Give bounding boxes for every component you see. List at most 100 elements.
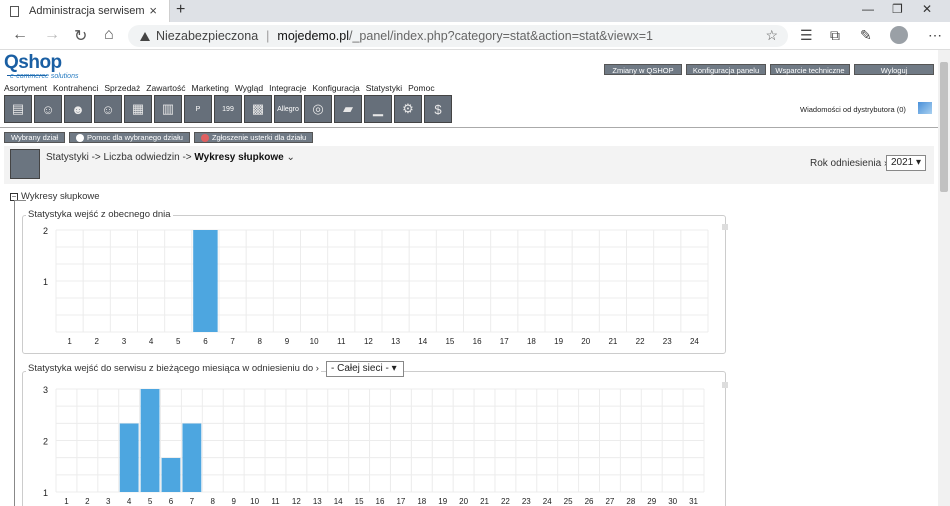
scrollbar-thumb[interactable]	[940, 62, 948, 192]
bug-icon	[200, 133, 209, 142]
disc-icon[interactable]: ◎	[304, 95, 332, 123]
tab-selected-section[interactable]: Wybrany dział	[4, 132, 66, 143]
tech-support-button[interactable]: Wsparcie techniczne	[770, 64, 850, 75]
browser-tab[interactable]: Administracja serwisem ×	[0, 0, 170, 22]
x-tick-label: 15	[355, 497, 364, 506]
menu-item-statistics[interactable]: Statystyki	[366, 83, 402, 93]
user-business-icon[interactable]: ☻	[64, 95, 92, 123]
statistics-icon[interactable]: ▁	[364, 95, 392, 123]
x-tick-label: 17	[500, 337, 509, 346]
changes-button[interactable]: Zmiany w QSHOP	[604, 64, 682, 75]
grid-icon[interactable]: ▦	[124, 95, 152, 123]
breadcrumb-path[interactable]: Statystyki -> Liczba odwiedzin ->	[46, 152, 192, 163]
x-tick-label: 14	[334, 497, 343, 506]
menu-item-integrations[interactable]: Integracje	[269, 83, 306, 93]
x-tick-label: 5	[176, 337, 181, 346]
profile-avatar[interactable]	[890, 26, 908, 44]
collections-icon[interactable]: ⧉	[830, 27, 840, 44]
x-tick-label: 14	[418, 337, 427, 346]
favorites-icon[interactable]: ✎	[860, 27, 872, 44]
browser-tabstrip: Administracja serwisem × + — ❐ ✕	[0, 0, 950, 22]
qshop-logo[interactable]: Qshop e-commerce solutions	[4, 52, 78, 80]
x-tick-label: 10	[310, 337, 319, 346]
x-tick-label: 12	[364, 337, 373, 346]
reading-list-icon[interactable]: ☰	[800, 27, 813, 44]
menu-item-assortment[interactable]: Asortyment	[4, 83, 47, 93]
gear-icon[interactable]: ⚙	[394, 95, 422, 123]
x-tick-label: 10	[250, 497, 259, 506]
bar	[119, 423, 139, 492]
price-tag-icon[interactable]: 199	[214, 95, 242, 123]
parking-doc-icon[interactable]: P	[184, 95, 212, 123]
close-window-icon[interactable]: ✕	[922, 2, 932, 16]
x-tick-label: 9	[231, 497, 236, 506]
x-tick-label: 19	[438, 497, 447, 506]
x-tick-label: 20	[581, 337, 590, 346]
distributor-icon[interactable]	[918, 102, 932, 114]
year-select[interactable]: 2021 ▾	[886, 155, 926, 171]
bar	[161, 458, 181, 492]
x-tick-label: 26	[585, 497, 594, 506]
forward-icon[interactable]: →	[44, 26, 60, 44]
menu-item-content[interactable]: Zawartość	[146, 83, 185, 93]
logout-button[interactable]: Wyloguj	[854, 64, 934, 75]
flag-icon[interactable]: ▩	[244, 95, 272, 123]
user-icon[interactable]: ☺	[34, 95, 62, 123]
menu-item-marketing[interactable]: Marketing	[192, 83, 229, 93]
url-host: mojedemo.pl	[277, 29, 349, 43]
x-tick-label: 22	[501, 497, 510, 506]
top-buttons: Zmiany w QSHOP Konfiguracja panelu Wspar…	[604, 64, 934, 75]
x-tick-label: 3	[106, 497, 111, 506]
menu-item-sales[interactable]: Sprzedaż	[104, 83, 140, 93]
dollar-icon[interactable]: $	[424, 95, 452, 123]
breadcrumb-current[interactable]: Wykresy słupkowe	[194, 152, 283, 163]
x-tick-label: 6	[169, 497, 174, 506]
chevron-down-icon[interactable]: ⌄	[287, 152, 295, 163]
y-tick-label: 3	[43, 385, 48, 395]
menu-item-configuration[interactable]: Konfiguracja	[312, 83, 359, 93]
new-tab-button[interactable]: +	[176, 1, 185, 19]
tab-section-help[interactable]: Pomoc dla wybranego działu	[69, 132, 190, 143]
x-tick-label: 13	[313, 497, 322, 506]
address-bar: ← → ↻ ⌂ Niezabezpieczona | mojedemo.pl /…	[0, 22, 950, 50]
reload-icon[interactable]: ↻	[74, 26, 87, 46]
x-tick-label: 1	[64, 497, 69, 506]
bar	[182, 423, 202, 492]
folder-icon[interactable]: ▰	[334, 95, 362, 123]
close-tab-icon[interactable]: ×	[149, 3, 157, 18]
scope-select[interactable]: - Całej sieci - ▾	[326, 361, 404, 377]
x-tick-label: 4	[149, 337, 154, 346]
url-input[interactable]: Niezabezpieczona | mojedemo.pl /_panel/i…	[128, 25, 788, 47]
menu-item-appearance[interactable]: Wygląd	[235, 83, 263, 93]
maximize-icon[interactable]: ❐	[892, 2, 903, 16]
stats-chart-icon[interactable]: ▤	[4, 95, 32, 123]
x-tick-label: 21	[480, 497, 489, 506]
x-tick-label: 22	[636, 337, 645, 346]
x-tick-label: 15	[445, 337, 454, 346]
user-admin-icon[interactable]: ☺	[94, 95, 122, 123]
chart1-title: Statystyka wejść z obecnego dnia	[26, 209, 173, 220]
page-icon	[10, 5, 19, 17]
document-icon[interactable]: ▥	[154, 95, 182, 123]
panel-config-button[interactable]: Konfiguracja panelu	[686, 64, 766, 75]
x-tick-label: 18	[527, 337, 536, 346]
menu-item-help[interactable]: Pomoc	[408, 83, 434, 93]
y-tick-label: 1	[43, 277, 48, 287]
allegro-icon[interactable]: Allegro	[274, 95, 302, 123]
sub-tabs: Wybrany dział Pomoc dla wybranego działu…	[4, 132, 314, 143]
menu-item-contractors[interactable]: Kontrahenci	[53, 83, 98, 93]
back-icon[interactable]: ←	[12, 26, 28, 44]
chart1-svg: 211 2 3 4 5 6 7 8 9 10 11 12 13 14 15 16 17 18 19 20 21 22 23 2…	[43, 226, 709, 346]
more-menu-icon[interactable]: ⋯	[928, 27, 942, 44]
tab-report-bug[interactable]: Zgłoszenie usterki dla działu	[193, 132, 314, 143]
x-tick-label: 24	[690, 337, 699, 346]
x-tick-label: 11	[337, 337, 346, 346]
distributor-messages[interactable]: Wiadomości od dystrybutora (0)	[800, 105, 906, 114]
minimize-icon[interactable]: —	[862, 2, 874, 16]
x-tick-label: 12	[292, 497, 301, 506]
insecure-label: Niezabezpieczona	[156, 29, 259, 43]
x-tick-label: 19	[554, 337, 563, 346]
bookmark-star-icon[interactable]: ☆	[765, 27, 778, 44]
home-icon[interactable]: ⌂	[104, 26, 114, 44]
y-tick-label: 1	[43, 488, 48, 498]
